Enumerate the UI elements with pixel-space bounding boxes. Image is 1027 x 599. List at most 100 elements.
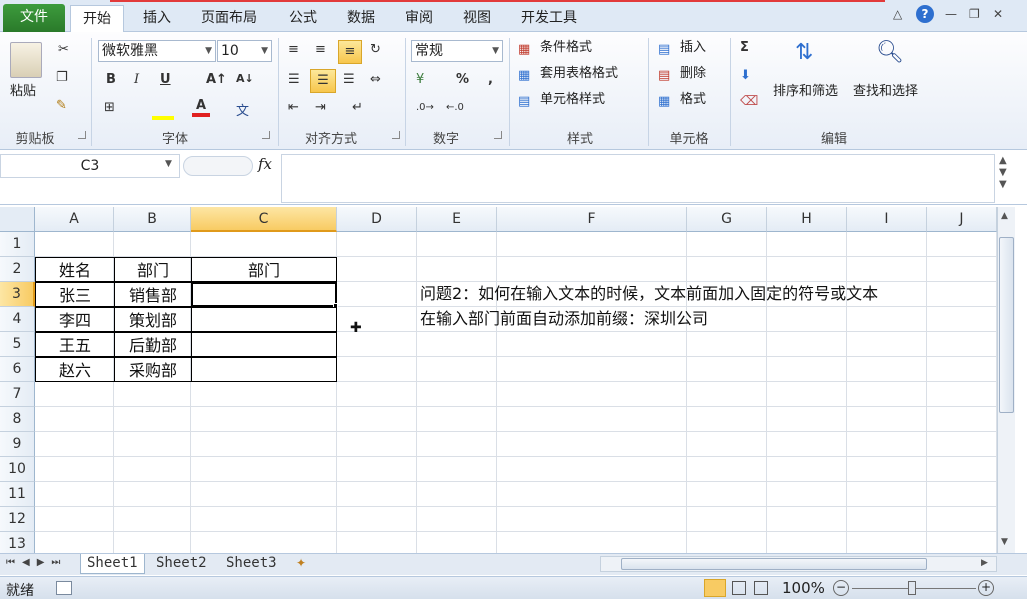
name-box[interactable]: C3 xyxy=(0,154,180,178)
column-header-a[interactable]: A xyxy=(35,207,114,232)
insert-sheet-icon[interactable]: ✦ xyxy=(296,556,306,570)
align-top-icon[interactable]: ≡ xyxy=(288,42,299,57)
align-center-icon[interactable]: ☰ xyxy=(310,69,336,93)
row-header-12[interactable]: 12 xyxy=(0,507,35,532)
bold-button[interactable]: B xyxy=(106,72,116,87)
phonetic-icon[interactable]: 文 xyxy=(236,100,249,119)
decrease-decimal-icon[interactable]: ←.0 xyxy=(446,102,464,113)
shrink-font-icon[interactable]: A↓ xyxy=(236,72,254,85)
decrease-indent-icon[interactable]: ⇤ xyxy=(288,100,299,115)
help-icon[interactable]: ? xyxy=(916,5,934,23)
row-header-1[interactable]: 1 xyxy=(0,232,35,257)
delete-cells-icon[interactable]: ▤ xyxy=(658,68,670,83)
tab-review[interactable]: 审阅 xyxy=(393,5,445,32)
macro-record-icon[interactable] xyxy=(56,581,72,595)
cell-B3[interactable]: 销售部 xyxy=(114,282,192,307)
formula-input[interactable] xyxy=(281,154,995,203)
row-header-4[interactable]: 4 xyxy=(0,307,35,332)
cell-styles-button[interactable]: 单元格样式 xyxy=(540,90,605,110)
conditional-format-button[interactable]: 条件格式 xyxy=(540,38,592,58)
insert-function-button[interactable]: fx xyxy=(258,155,272,173)
tab-formulas[interactable]: 公式 xyxy=(277,5,329,32)
formula-scroll-icons[interactable]: ▲ ▼ ▼ xyxy=(999,155,1007,191)
align-bottom-icon[interactable]: ≡ xyxy=(338,40,362,64)
cell-C5[interactable] xyxy=(191,332,337,357)
horizontal-scroll-thumb[interactable] xyxy=(621,558,927,570)
cell-A3[interactable]: 张三 xyxy=(35,282,115,307)
wrap-text-icon[interactable]: ↵ xyxy=(352,100,363,115)
fill-icon[interactable]: ⬇ xyxy=(740,68,751,83)
normal-view-icon[interactable] xyxy=(704,579,726,597)
cell-B4[interactable]: 策划部 xyxy=(114,307,192,332)
delete-cells-button[interactable]: 删除 xyxy=(680,64,706,84)
row-header-9[interactable]: 9 xyxy=(0,432,35,457)
cell-A2[interactable]: 姓名 xyxy=(35,257,115,282)
clear-icon[interactable]: ⌫ xyxy=(740,94,758,109)
increase-decimal-icon[interactable]: .0→ xyxy=(416,102,434,113)
vertical-scroll-thumb[interactable] xyxy=(999,237,1014,413)
minimize-icon[interactable]: — xyxy=(945,7,957,21)
font-size-combo[interactable]: 10 ▼ xyxy=(217,40,272,62)
align-right-icon[interactable]: ☰ xyxy=(343,72,355,87)
comma-button[interactable]: , xyxy=(488,72,493,87)
insert-cells-button[interactable]: 插入 xyxy=(680,38,706,58)
close-icon[interactable]: ✕ xyxy=(993,7,1003,21)
vertical-scrollbar[interactable]: ▲ ▼ xyxy=(997,207,1015,553)
scroll-down-icon[interactable]: ▼ xyxy=(1001,537,1008,547)
orientation-icon[interactable]: ↻ xyxy=(370,42,381,57)
cell-C2[interactable]: 部门 xyxy=(191,257,337,282)
scroll-up-icon[interactable]: ▲ xyxy=(1001,211,1008,221)
alignment-launcher[interactable] xyxy=(392,131,400,139)
sort-filter-icon[interactable]: ⇅ xyxy=(795,40,813,65)
column-header-i[interactable]: I xyxy=(847,207,927,232)
row-header-3[interactable]: 3 xyxy=(0,282,35,307)
cell-A5[interactable]: 王五 xyxy=(35,332,115,357)
sheet-tab-1[interactable]: Sheet1 xyxy=(80,554,145,574)
format-as-table-button[interactable]: 套用表格格式 xyxy=(540,64,618,84)
insert-cells-icon[interactable]: ▤ xyxy=(658,42,670,57)
autosum-button[interactable]: Σ xyxy=(740,40,749,55)
cell-B6[interactable]: 采购部 xyxy=(114,357,192,382)
format-cells-icon[interactable]: ▦ xyxy=(658,94,670,109)
cell-A6[interactable]: 赵六 xyxy=(35,357,115,382)
fill-color-icon[interactable] xyxy=(152,102,174,120)
worksheet-grid[interactable]: ABCDEFGHIJ 1 2 3 4 5 6 7 8 9 10 11 12 13 姓名 部门 部门 张三… xyxy=(0,207,997,553)
italic-button[interactable]: I xyxy=(134,72,139,87)
paste-icon[interactable] xyxy=(10,42,42,78)
column-header-f[interactable]: F xyxy=(497,207,687,232)
find-select-icon[interactable]: 🔍︎ xyxy=(876,40,904,65)
increase-indent-icon[interactable]: ⇥ xyxy=(315,100,326,115)
row-header-8[interactable]: 8 xyxy=(0,407,35,432)
cut-icon[interactable]: ✂ xyxy=(58,42,69,57)
tab-insert[interactable]: 插入 xyxy=(131,5,183,32)
number-format-combo[interactable]: 常规 ▼ xyxy=(411,40,503,62)
conditional-format-icon[interactable]: ▦ xyxy=(518,42,530,57)
row-header-13[interactable]: 13 xyxy=(0,532,35,553)
grow-font-icon[interactable]: A↑ xyxy=(206,72,227,87)
zoom-out-icon[interactable]: − xyxy=(833,580,849,596)
scroll-right-icon[interactable]: ▶ xyxy=(981,558,988,568)
find-select-button[interactable]: 查找和选择 xyxy=(853,82,918,102)
format-table-icon[interactable]: ▦ xyxy=(518,68,530,83)
zoom-slider-thumb[interactable] xyxy=(908,581,916,595)
paste-button[interactable]: 粘贴 xyxy=(10,82,36,102)
tab-file[interactable]: 文件 xyxy=(3,4,65,32)
copy-icon[interactable]: ❐ xyxy=(56,70,68,85)
restore-icon[interactable]: ❐ xyxy=(969,7,980,21)
tab-page-layout[interactable]: 页面布局 xyxy=(189,5,269,32)
formula-expand-handle[interactable] xyxy=(183,156,253,176)
format-painter-icon[interactable]: ✎ xyxy=(56,98,67,113)
row-header-7[interactable]: 7 xyxy=(0,382,35,407)
horizontal-scrollbar[interactable]: ▶ xyxy=(600,556,997,572)
note-instruction[interactable]: 在输入部门前面自动添加前缀：深圳公司 xyxy=(420,306,708,331)
tab-developer[interactable]: 开发工具 xyxy=(509,5,589,32)
row-header-6[interactable]: 6 xyxy=(0,357,35,382)
font-launcher[interactable] xyxy=(262,131,270,139)
cell-C6[interactable] xyxy=(191,357,337,382)
column-header-j[interactable]: J xyxy=(927,207,997,232)
sheet-tab-3[interactable]: Sheet3 xyxy=(220,554,283,574)
name-box-dropdown-icon[interactable]: ▼ xyxy=(165,159,172,169)
format-cells-button[interactable]: 格式 xyxy=(680,90,706,110)
cell-A4[interactable]: 李四 xyxy=(35,307,115,332)
column-header-h[interactable]: H xyxy=(767,207,847,232)
